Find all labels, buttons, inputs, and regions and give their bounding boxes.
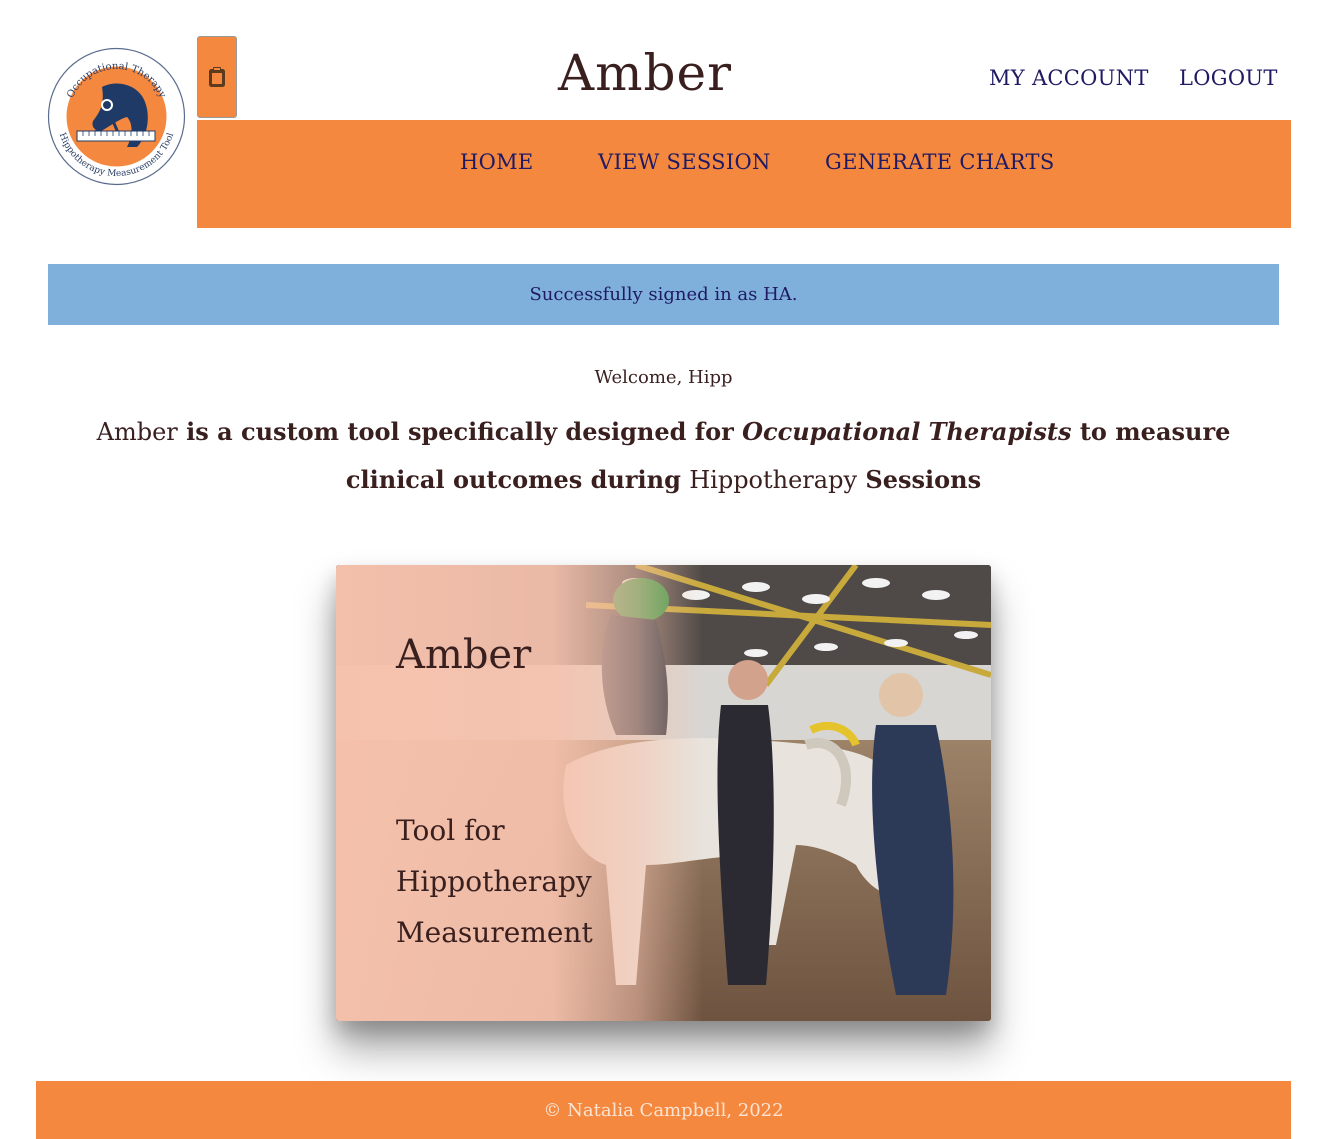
my-account-link[interactable]: MY ACCOUNT [989,64,1149,92]
alert-message: Successfully signed in as HA. [529,284,798,305]
hero-title: Amber [396,632,532,678]
menu-toggle-button[interactable] [197,36,237,118]
clipboard-icon [209,67,225,87]
main-navbar: HOME VIEW SESSION GENERATE CHARTS [197,120,1291,228]
site-logo[interactable]: Occupational Therapy Hippotherapy Measur… [47,47,186,186]
nav-view-session[interactable]: VIEW SESSION [598,148,771,176]
intro-text-1: is a custom tool specifically designed f… [177,417,743,446]
footer-copyright: © Natalia Campbell, 2022 [543,1099,784,1121]
hero-card: Amber Tool for Hippotherapy Measurement [336,565,991,1021]
hero-subtitle: Tool for Hippotherapy Measurement [396,814,593,949]
welcome-text: Welcome, Hipp [594,367,733,388]
intro-hippotherapy: Hippotherapy [689,466,858,494]
signin-alert: Successfully signed in as HA. [48,264,1279,325]
logout-link[interactable]: LOGOUT [1179,64,1278,92]
nav-home[interactable]: HOME [460,148,534,176]
intro-paragraph: Amber is a custom tool specifically desi… [90,408,1237,504]
intro-app-name: Amber [96,418,178,446]
logo-emblem: Occupational Therapy Hippotherapy Measur… [47,47,186,186]
page-footer: © Natalia Campbell, 2022 [36,1081,1291,1139]
site-title: Amber [557,44,733,102]
intro-text-3: Sessions [857,465,982,494]
nav-generate-charts[interactable]: GENERATE CHARTS [825,148,1055,176]
intro-emphasis: Occupational Therapists [742,417,1072,446]
